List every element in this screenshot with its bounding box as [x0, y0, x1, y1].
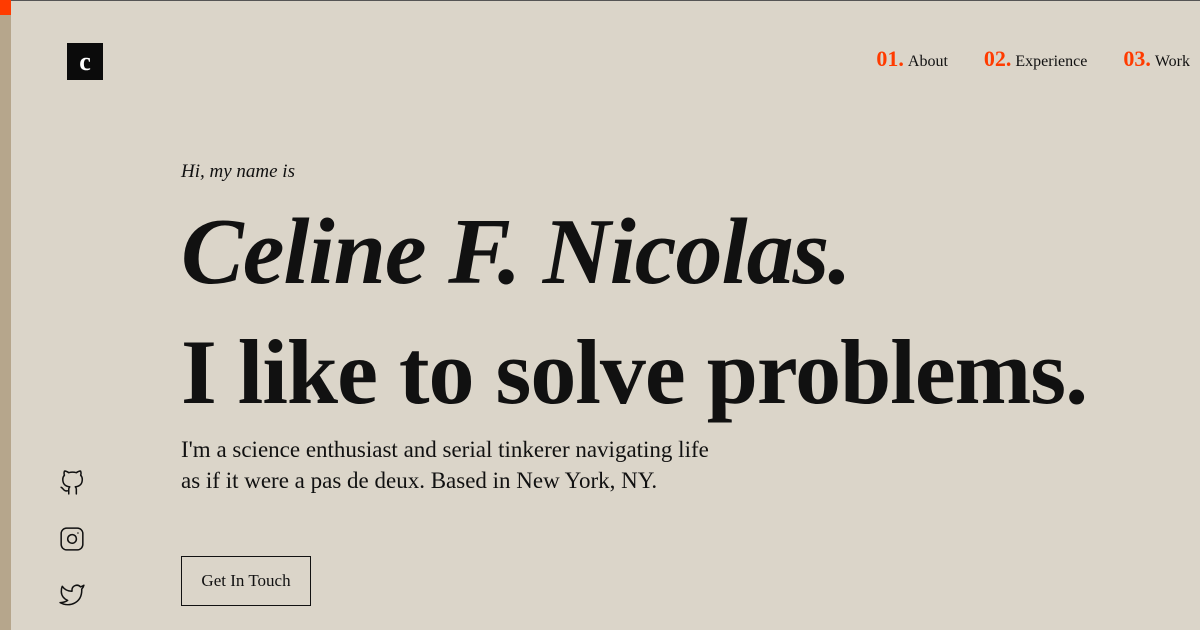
- top-border: [0, 0, 1200, 1]
- github-icon: [60, 470, 84, 495]
- nav-item-about[interactable]: 01. About: [876, 46, 948, 72]
- nav-number: 03.: [1123, 46, 1151, 71]
- github-link[interactable]: [59, 470, 85, 496]
- hero-bio: I'm a science enthusiast and serial tink…: [181, 437, 709, 493]
- nav-number: 02.: [983, 46, 1012, 71]
- logo-link[interactable]: c: [67, 43, 103, 80]
- twitter-icon: [59, 584, 85, 606]
- hero-tagline: I like to solve problems.: [181, 321, 1088, 423]
- side-rail: [0, 0, 11, 630]
- social-links: [59, 470, 85, 608]
- nav-label: Work: [1154, 53, 1190, 70]
- instagram-icon: [60, 527, 84, 551]
- page: c 01. About 02. Experience 03. Work Hi, …: [0, 0, 1200, 630]
- nav-item-experience[interactable]: 02. Experience: [984, 46, 1087, 72]
- instagram-link[interactable]: [59, 526, 85, 552]
- scroll-progress-indicator: [0, 0, 11, 15]
- get-in-touch-button[interactable]: Get In Touch: [181, 556, 311, 606]
- nav-number: 01.: [876, 46, 904, 71]
- twitter-link[interactable]: [59, 582, 85, 608]
- logo-letter: c: [79, 46, 91, 76]
- main-nav: 01. About 02. Experience 03. Work: [876, 46, 1190, 72]
- nav-label: Experience: [1015, 53, 1088, 70]
- nav-label: About: [907, 53, 948, 70]
- hero-greeting: Hi, my name is: [181, 161, 295, 182]
- nav-item-work[interactable]: 03. Work: [1123, 46, 1190, 72]
- hero-name: Celine F. Nicolas.: [181, 200, 852, 304]
